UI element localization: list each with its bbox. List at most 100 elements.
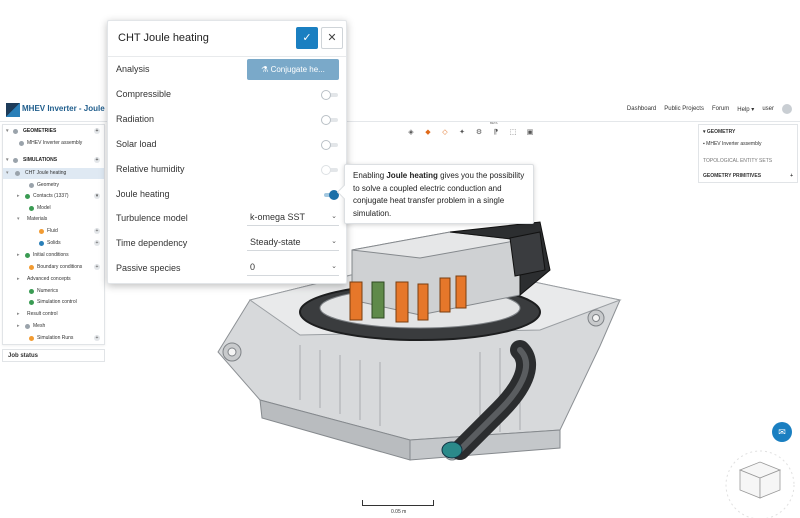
turbulence-model-select[interactable]: k-omega SST ⌄ <box>247 209 339 226</box>
status-info-icon <box>39 241 44 246</box>
geometry-item[interactable]: ▪ MHEV Inverter assembly <box>699 141 797 147</box>
analysis-type-button[interactable]: ⚗ Conjugate he... <box>247 59 339 80</box>
chat-icon: ✉ <box>778 427 786 437</box>
passive-species-select[interactable]: 0 ⌄ <box>247 259 339 276</box>
chevron-down-icon[interactable]: ▾ <box>6 168 9 179</box>
status-ok-icon <box>25 194 30 199</box>
status-warning-icon <box>29 265 34 270</box>
chevron-down-icon: ⌄ <box>331 213 337 220</box>
dialog-divider <box>108 56 346 57</box>
radiation-toggle[interactable] <box>321 115 339 125</box>
topological-entity-sets[interactable]: TOPOLOGICAL ENTITY SETS <box>699 158 797 164</box>
simulation-tree: ▾ GEOMETRIES + MHEV Inverter assembly ▾ … <box>2 124 105 345</box>
geometry-primitives[interactable]: GEOMETRY PRIMITIVES + <box>699 173 797 179</box>
geometry-heading[interactable]: ▾ GEOMETRY <box>699 129 797 135</box>
user-name[interactable]: user <box>762 106 774 112</box>
scale-label: 0.05 m <box>391 509 407 515</box>
passive-species-label: Passive species <box>116 263 181 273</box>
tree-item-simulation-control[interactable]: Simulation control <box>3 297 104 308</box>
compressible-toggle[interactable] <box>321 90 339 100</box>
tree-item-geometry-node[interactable]: Geometry <box>3 180 104 191</box>
tree-item-boundary-conditions[interactable]: Boundary conditions + <box>3 262 104 273</box>
close-icon: ✕ <box>327 32 337 44</box>
status-ok-icon <box>29 300 34 305</box>
add-fluid-button[interactable]: + <box>94 228 100 234</box>
beta-badge: BETA <box>490 121 498 125</box>
radiation-label: Radiation <box>116 114 155 124</box>
select-box-icon[interactable]: ⬚ <box>507 126 519 138</box>
add-geometry-button[interactable]: + <box>94 128 100 134</box>
avatar[interactable] <box>782 104 792 114</box>
tree-item-contacts[interactable]: ▸ Contacts (1337) ▾ <box>3 191 104 202</box>
tree-item-geometry[interactable]: MHEV Inverter assembly <box>3 138 104 149</box>
nav-forum[interactable]: Forum <box>712 106 729 112</box>
chevron-down-icon: ⌄ <box>331 238 337 245</box>
dialog-title: CHT Joule heating <box>118 32 209 44</box>
tree-item-initial-conditions[interactable]: ▸ Initial conditions <box>3 250 104 261</box>
status-ok-icon <box>25 253 30 258</box>
orange-cube-icon[interactable]: ◆ <box>422 126 434 138</box>
job-status-panel[interactable]: Job status <box>2 349 105 362</box>
time-dependency-label: Time dependency <box>116 238 188 248</box>
cube-view-icon[interactable]: ◈ <box>405 126 417 138</box>
solar-load-toggle[interactable] <box>321 140 339 150</box>
tree-item-solids[interactable]: Solids + <box>3 238 104 249</box>
settings-icon[interactable]: ⚙ <box>473 126 485 138</box>
nav-public-projects[interactable]: Public Projects <box>664 106 704 112</box>
tree-item-advanced-concepts[interactable]: ▸ Advanced concepts <box>3 274 104 285</box>
geometries-icon <box>13 129 18 134</box>
top-nav: Dashboard Public Projects Forum Help ▾ u… <box>627 104 792 114</box>
solar-load-label: Solar load <box>116 139 157 149</box>
status-ok-icon <box>29 289 34 294</box>
analysis-label: Analysis <box>116 64 150 74</box>
chevron-down-icon: ⌄ <box>331 263 337 270</box>
simulation-icon <box>15 171 20 176</box>
add-boundary-condition-button[interactable]: + <box>94 264 100 270</box>
geometry-icon <box>19 141 24 146</box>
compressible-label: Compressible <box>116 89 172 99</box>
tree-section-simulations[interactable]: ▾ SIMULATIONS + <box>3 155 104 166</box>
check-icon: ✓ <box>302 32 312 44</box>
explode-icon[interactable]: ✦ <box>456 126 468 138</box>
tree-item-model[interactable]: Model <box>3 203 104 214</box>
add-simulation-button[interactable]: + <box>94 157 100 163</box>
add-run-button[interactable]: + <box>94 335 100 341</box>
nav-dashboard[interactable]: Dashboard <box>627 106 656 112</box>
confirm-button[interactable]: ✓ <box>296 27 318 49</box>
turbulence-model-label: Turbulence model <box>116 213 188 223</box>
relative-humidity-toggle[interactable] <box>321 165 339 175</box>
contacts-filter-button[interactable]: ▾ <box>94 193 100 199</box>
scale-bar <box>362 500 434 506</box>
simscale-logo-icon[interactable] <box>6 103 20 117</box>
viewer-toolbar: ◈ ◆ ◇ ✦ ⚙ BETA ⁋ ⬚ ▣ <box>405 121 536 140</box>
screenshot-icon[interactable]: ▣ <box>524 126 536 138</box>
nav-help[interactable]: Help ▾ <box>737 106 754 113</box>
tree-item-simulation-runs[interactable]: Simulation Runs + <box>3 333 104 344</box>
relative-humidity-label: Relative humidity <box>116 164 185 174</box>
chevron-down-icon[interactable]: ▾ <box>6 126 9 137</box>
joule-heating-tooltip: Enabling Joule heating gives you the pos… <box>336 164 534 224</box>
tree-section-geometries[interactable]: ▾ GEOMETRIES + <box>3 126 104 137</box>
tree-item-mesh[interactable]: ▸ Mesh <box>3 321 104 332</box>
status-warning-icon <box>39 229 44 234</box>
joule-heating-label: Joule heating <box>116 189 170 199</box>
time-dependency-select[interactable]: Steady-state ⌄ <box>247 234 339 251</box>
cht-settings-dialog: CHT Joule heating ✓ ✕ Analysis ⚗ Conjuga… <box>107 20 347 284</box>
pointer-icon[interactable]: BETA ⁋ <box>490 121 502 138</box>
section-cube-icon[interactable]: ◇ <box>439 126 451 138</box>
mesh-icon <box>25 324 30 329</box>
analysis-type-icon: ⚗ <box>261 65 269 74</box>
project-title[interactable]: MHEV Inverter - Joule heatin <box>22 104 108 113</box>
close-button[interactable]: ✕ <box>321 27 343 49</box>
geometry-node-icon <box>29 183 34 188</box>
tree-item-fluid[interactable]: Fluid + <box>3 226 104 237</box>
simulations-icon <box>13 158 18 163</box>
chevron-down-icon[interactable]: ▾ <box>6 155 9 166</box>
tree-item-simulation[interactable]: ▾ CHT Joule heating <box>3 168 104 179</box>
add-solid-button[interactable]: + <box>94 240 100 246</box>
tree-item-numerics[interactable]: Numerics <box>3 286 104 297</box>
simulation-runs-icon <box>29 336 34 341</box>
tree-item-materials[interactable]: ▾ Materials <box>3 214 104 225</box>
tree-item-result-control[interactable]: ▸ Result control <box>3 309 104 320</box>
chat-support-button[interactable]: ✉ <box>772 422 792 442</box>
